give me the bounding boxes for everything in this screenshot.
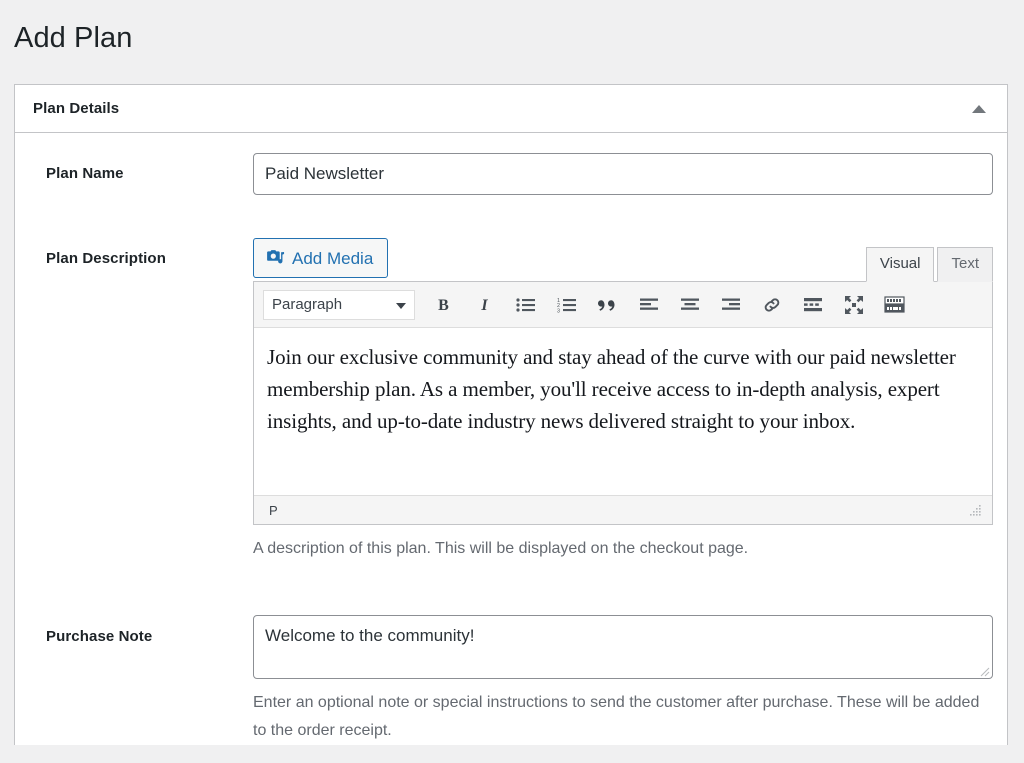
- editor-mode-tabs: Visual Text: [865, 247, 993, 282]
- editor-content-area[interactable]: Join our exclusive community and stay ah…: [254, 328, 992, 495]
- purchase-note-wrap: [253, 615, 993, 679]
- bulleted-list-icon[interactable]: [505, 288, 546, 322]
- plan-name-control: [253, 153, 1024, 195]
- panel-header: Plan Details: [15, 85, 1007, 133]
- plan-details-panel: Plan Details Plan Name Plan Description: [14, 84, 1008, 745]
- tab-visual[interactable]: Visual: [865, 247, 935, 282]
- link-icon[interactable]: [751, 288, 792, 322]
- format-select-wrap: Paragraph: [260, 289, 423, 320]
- align-center-icon[interactable]: [669, 288, 710, 322]
- wp-editor: Add Media Visual Text Paragraph B I 1 2 …: [253, 238, 993, 563]
- svg-text:3: 3: [557, 308, 560, 313]
- element-path: P: [269, 502, 278, 518]
- align-right-icon[interactable]: [710, 288, 751, 322]
- page-title: Add Plan: [14, 22, 133, 54]
- purchase-note-help-text: Enter an optional note or special instru…: [253, 694, 980, 739]
- panel-title: Plan Details: [33, 100, 120, 117]
- svg-text:B: B: [438, 297, 449, 313]
- field-row-plan-description: Plan Description Add Media Visual Text P…: [15, 195, 1007, 563]
- plan-description-label: Plan Description: [46, 250, 166, 267]
- plan-description-help-text: A description of this plan. This will be…: [253, 540, 749, 557]
- plan-name-input[interactable]: [253, 153, 993, 195]
- tab-text[interactable]: Text: [937, 247, 993, 282]
- resize-grip-icon[interactable]: [968, 503, 982, 517]
- editor-statusbar: P: [254, 495, 992, 524]
- panel-body: Plan Name Plan Description: [15, 133, 1007, 745]
- purchase-note-label: Purchase Note: [46, 628, 153, 645]
- editor-toolbar: Paragraph B I 1 2 3: [254, 282, 992, 328]
- caret-up-icon: [972, 104, 986, 113]
- italic-icon[interactable]: I: [464, 288, 505, 322]
- purchase-note-control: Enter an optional note or special instru…: [253, 615, 1024, 745]
- format-select[interactable]: Paragraph: [263, 289, 415, 320]
- media-camera-music-icon: [265, 248, 285, 269]
- panel-toggle-button[interactable]: [965, 95, 993, 123]
- svg-text:I: I: [480, 297, 488, 313]
- editor-box: Paragraph B I 1 2 3 Join our exclusive c…: [253, 281, 993, 525]
- editor-media-bar: Add Media Visual Text: [253, 238, 993, 282]
- toolbar-toggle-icon[interactable]: [874, 288, 915, 322]
- plan-name-label: Plan Name: [46, 165, 124, 182]
- add-media-label: Add Media: [292, 248, 374, 268]
- plan-description-control: Add Media Visual Text Paragraph B I 1 2 …: [253, 238, 1024, 563]
- align-left-icon[interactable]: [628, 288, 669, 322]
- field-row-plan-name: Plan Name: [15, 133, 1007, 195]
- read-more-icon[interactable]: [792, 288, 833, 322]
- purchase-note-textarea[interactable]: [253, 615, 993, 679]
- field-row-purchase-note: Purchase Note Enter an optional note or …: [15, 563, 1007, 745]
- blockquote-icon[interactable]: [587, 288, 628, 322]
- bold-icon[interactable]: B: [423, 288, 464, 322]
- numbered-list-icon[interactable]: 1 2 3: [546, 288, 587, 322]
- add-media-button[interactable]: Add Media: [253, 238, 389, 278]
- editor-paragraph: Join our exclusive community and stay ah…: [267, 345, 956, 433]
- fullscreen-icon[interactable]: [833, 288, 874, 322]
